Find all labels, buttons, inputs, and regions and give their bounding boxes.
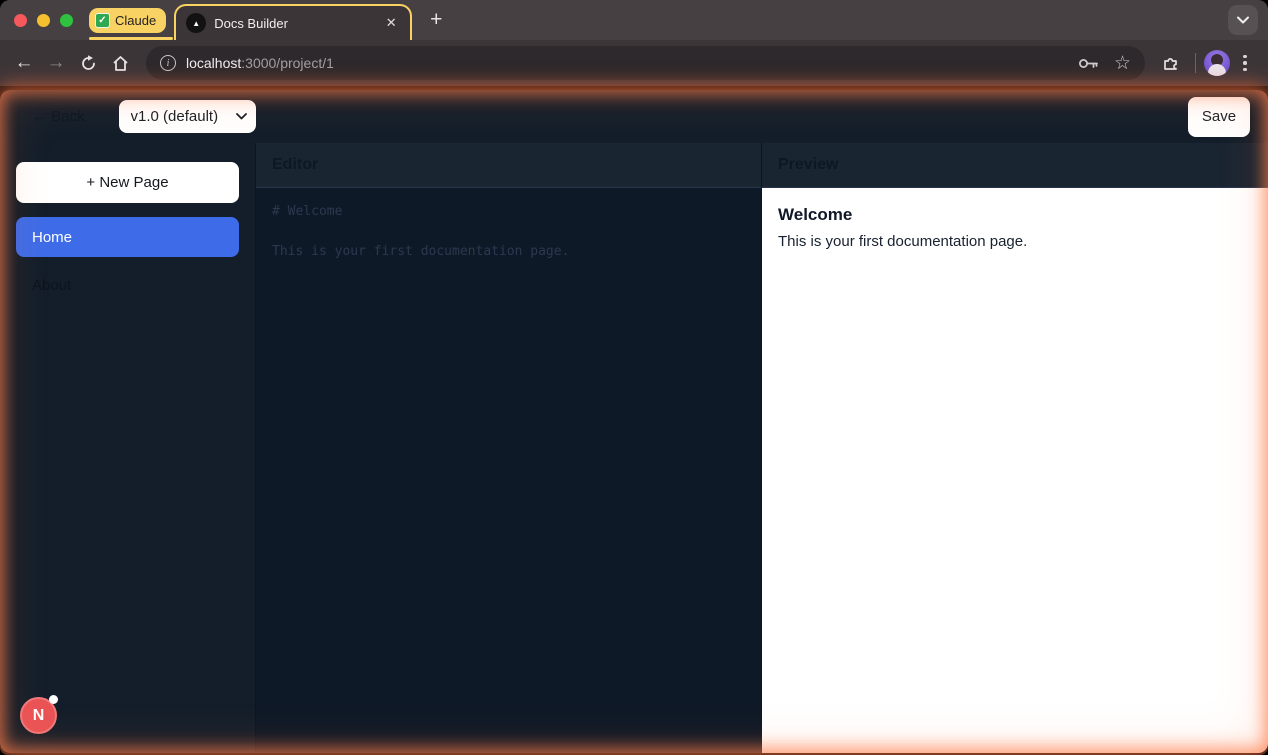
tab-group-label[interactable]: ✓ Claude (89, 8, 166, 33)
chevron-down-icon (1237, 16, 1249, 24)
toolbar-divider (1195, 53, 1196, 73)
window-controls (14, 14, 73, 27)
address-bar-actions: ☆ (1078, 54, 1131, 73)
version-select-wrap: v1.0 (default) (119, 100, 256, 133)
home-icon (112, 55, 129, 72)
url-host: localhost (186, 55, 241, 71)
navigation-bar: ← → i localhost:3000/project/1 ☆ (0, 40, 1268, 86)
markdown-editor-textarea[interactable]: # Welcome This is your first documentati… (256, 188, 761, 753)
tab-docs-builder[interactable]: ▲ Docs Builder ✕ (174, 4, 412, 40)
tab-group-label-text: Claude (115, 13, 156, 28)
password-key-icon[interactable] (1078, 57, 1100, 70)
browser-window: ✓ Claude ▲ Docs Builder ✕ + ← → (0, 0, 1268, 755)
check-icon: ✓ (95, 13, 110, 28)
browser-back-button[interactable]: ← (8, 47, 40, 79)
tab-group-underline (89, 37, 173, 40)
page-backdrop: ← Back v1.0 (default) Save + New Page Ho… (0, 86, 1268, 755)
version-select[interactable]: v1.0 (default) (119, 100, 256, 133)
sidebar-item-home[interactable]: Home (16, 217, 239, 257)
minimize-window-button[interactable] (37, 14, 50, 27)
docs-builder-app: ← Back v1.0 (default) Save + New Page Ho… (0, 90, 1268, 753)
tab-strip: ✓ Claude ▲ Docs Builder ✕ + (0, 0, 1268, 40)
reload-icon (80, 55, 97, 72)
pages-sidebar: + New Page Home About N (0, 143, 256, 753)
reload-button[interactable] (72, 47, 104, 79)
preview-paragraph: This is your first documentation page. (778, 233, 1252, 250)
site-info-icon[interactable]: i (160, 55, 176, 71)
tab-group-claude: ✓ Claude ▲ Docs Builder ✕ (89, 0, 412, 40)
extensions-button[interactable] (1155, 47, 1187, 79)
tab-search-button[interactable] (1228, 5, 1258, 35)
preview-heading: Welcome (778, 205, 1252, 225)
browser-forward-button[interactable]: → (40, 47, 72, 79)
preview-content: Welcome This is your first documentation… (762, 188, 1268, 753)
url-text: localhost:3000/project/1 (186, 55, 1068, 71)
tab-title: Docs Builder (214, 16, 374, 31)
address-bar[interactable]: i localhost:3000/project/1 ☆ (146, 46, 1145, 80)
app-toolbar: ← Back v1.0 (default) Save (0, 90, 1268, 143)
vercel-triangle-icon: ▲ (186, 13, 206, 33)
profile-avatar[interactable] (1204, 50, 1230, 76)
editor-panel: Editor # Welcome This is your first docu… (256, 143, 762, 753)
url-path: :3000/project/1 (241, 55, 334, 71)
bookmark-star-icon[interactable]: ☆ (1114, 54, 1131, 73)
back-link[interactable]: ← Back (32, 108, 85, 125)
app-body: + New Page Home About N Editor # Welcome… (0, 143, 1268, 753)
home-button[interactable] (104, 47, 136, 79)
editor-panel-title: Editor (256, 143, 761, 188)
sidebar-item-about[interactable]: About (16, 265, 239, 305)
new-page-button[interactable]: + New Page (16, 162, 239, 203)
browser-menu-button[interactable] (1230, 48, 1260, 78)
nextjs-devtools-badge[interactable]: N (20, 697, 57, 734)
tab-close-icon[interactable]: ✕ (382, 14, 400, 32)
extensions-puzzle-icon (1162, 54, 1180, 72)
zoom-window-button[interactable] (60, 14, 73, 27)
save-button[interactable]: Save (1188, 97, 1250, 137)
new-tab-button[interactable]: + (422, 6, 450, 34)
preview-panel: Preview Welcome This is your first docum… (762, 143, 1268, 753)
close-window-button[interactable] (14, 14, 27, 27)
preview-panel-title: Preview (762, 143, 1268, 188)
